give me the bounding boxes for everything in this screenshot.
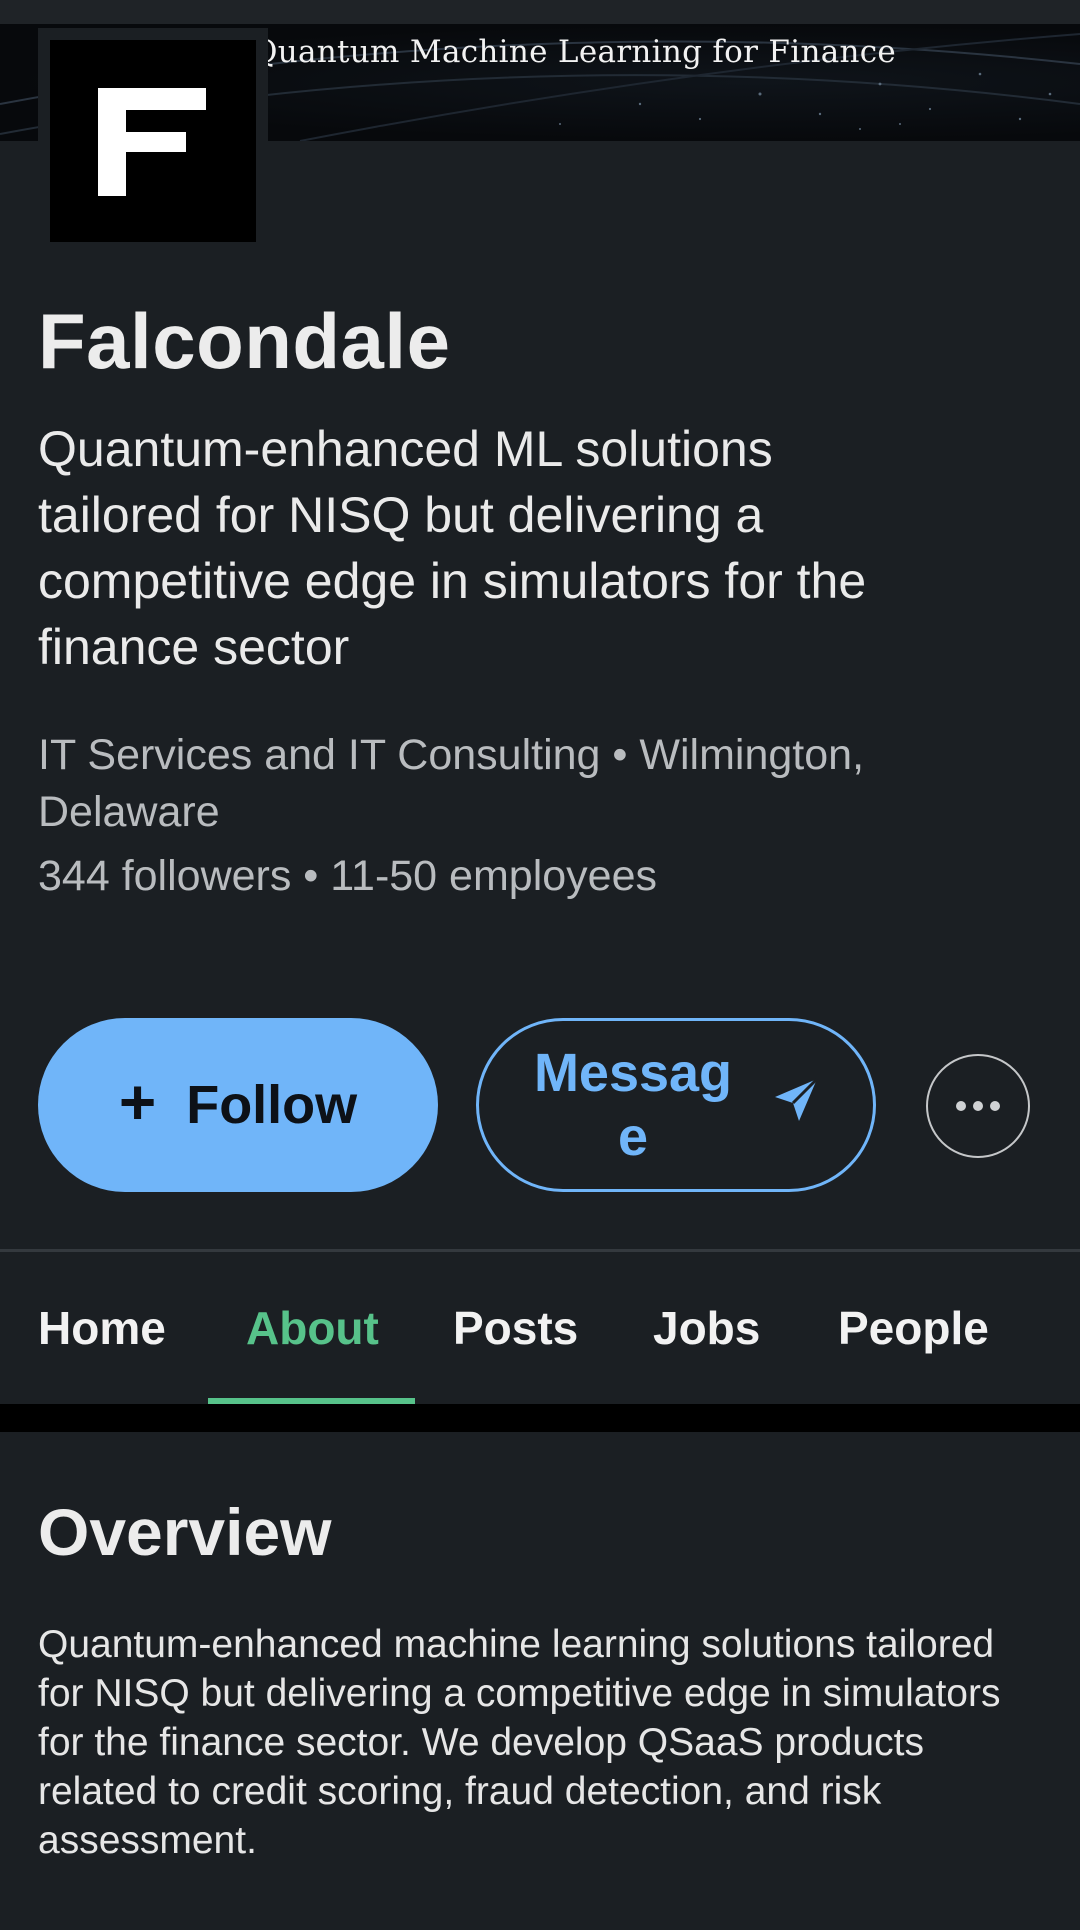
tab-posts[interactable]: Posts [453,1252,578,1404]
tab-about[interactable]: About [246,1252,379,1404]
overview-title: Overview [38,1495,332,1569]
company-tagline: Quantum-enhanced ML solutions tailored f… [38,421,867,675]
follow-button[interactable]: + Follow [38,1018,438,1192]
more-options-button[interactable] [926,1054,1030,1158]
tab-home[interactable]: Home [38,1252,166,1404]
company-name: Falcondale [38,297,451,385]
tab-jobs[interactable]: Jobs [653,1252,760,1404]
company-logo [50,40,256,242]
plus-icon: + [118,1066,157,1138]
tab-people[interactable]: People [838,1252,989,1404]
banner-title: Quantum Machine Learning for Finance [252,34,897,70]
followers-employees: 344 followers • 11-50 employees [38,852,657,900]
status-area [0,0,1080,24]
message-button[interactable]: Message [476,1018,876,1192]
industry-location: IT Services and IT Consulting • Wilmingt… [38,731,865,836]
section-separator [0,1404,1080,1432]
send-icon [773,1074,819,1136]
overview-text: Quantum-enhanced machine learning soluti… [38,1623,1001,1862]
more-options-icon [956,1101,1000,1111]
company-logo-frame[interactable] [38,28,268,254]
logo-f-icon [98,88,206,196]
message-label: Message [533,1043,733,1167]
tab-bar: Home About Posts Jobs People [0,1252,1080,1404]
follow-label: Follow [186,1075,358,1135]
